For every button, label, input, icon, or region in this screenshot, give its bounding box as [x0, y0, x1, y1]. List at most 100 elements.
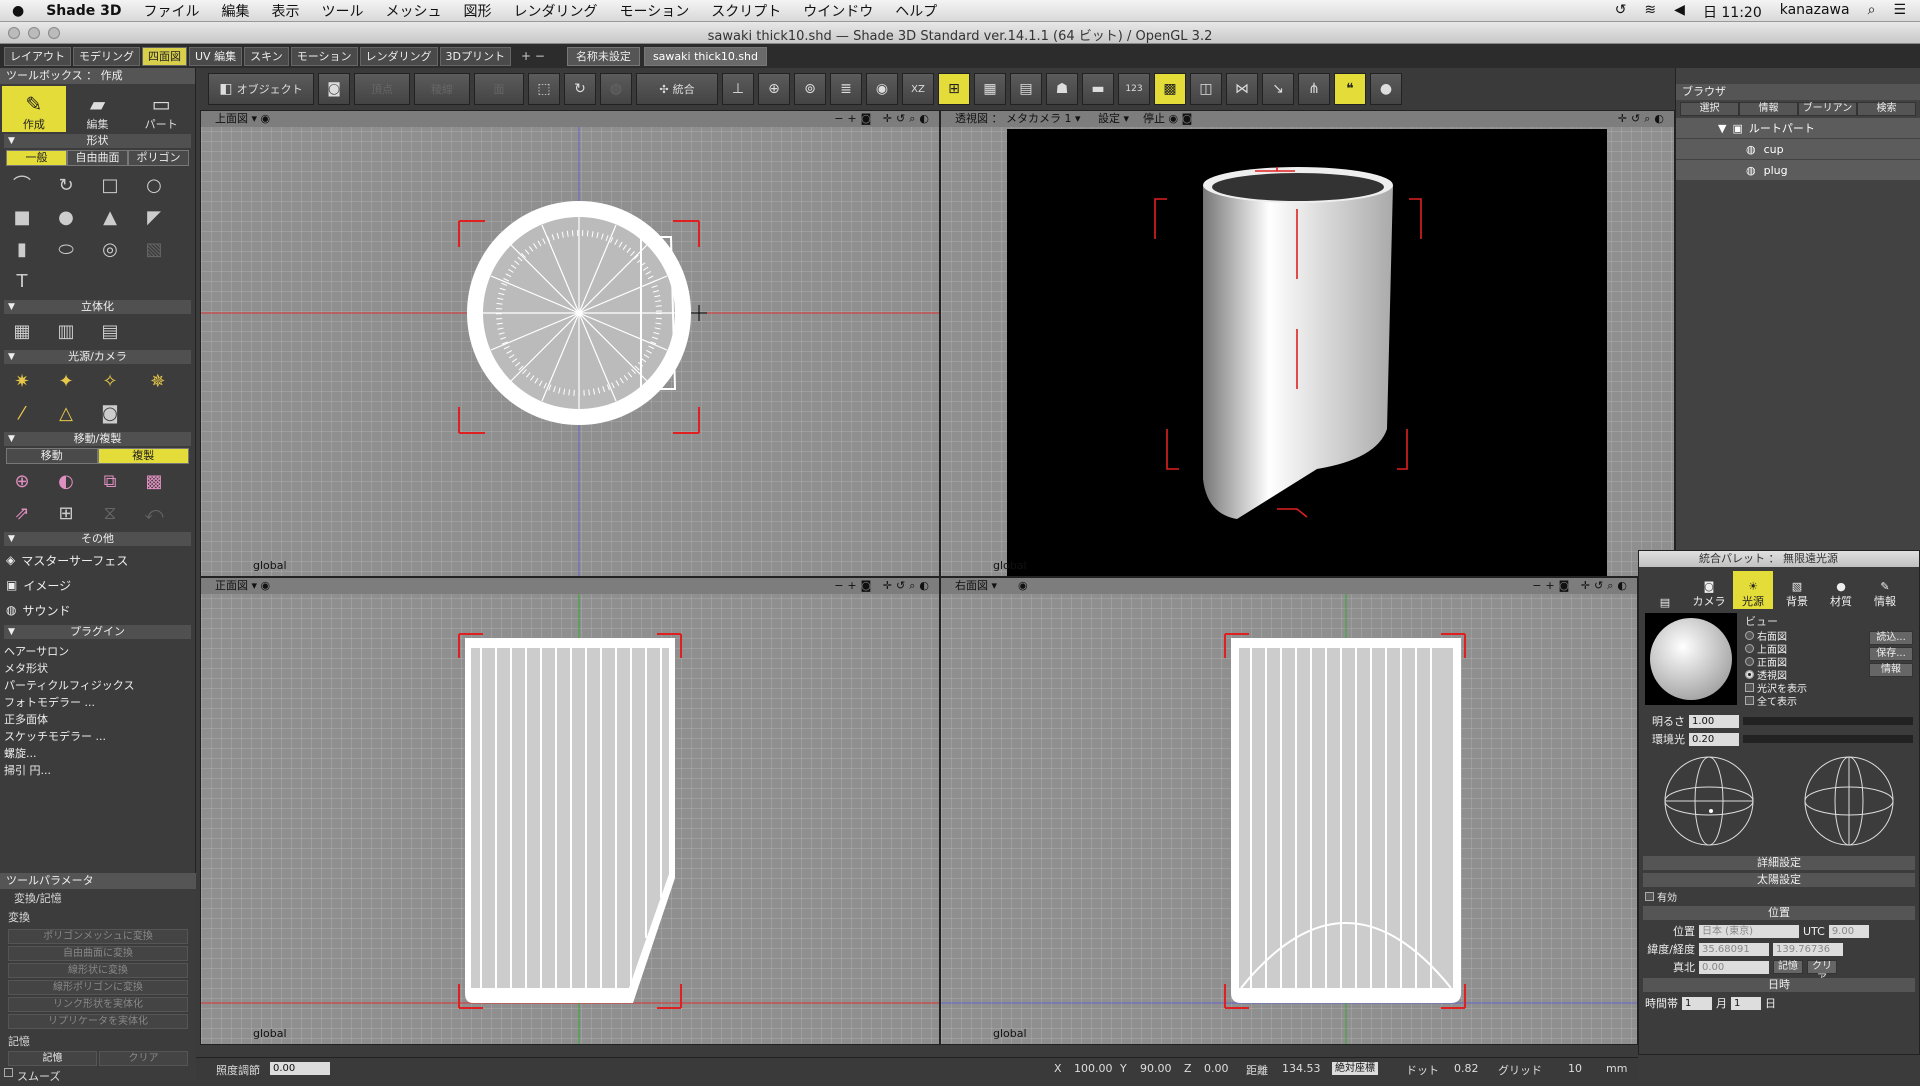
- menu-view[interactable]: 表示: [271, 1, 299, 21]
- latitude-input[interactable]: 35.68091: [1699, 942, 1769, 956]
- illum-input[interactable]: 0.00: [270, 1062, 330, 1075]
- expand-icon[interactable]: ▼: [1718, 122, 1726, 135]
- tab-uv[interactable]: UV 編集: [189, 46, 243, 66]
- brightness-input[interactable]: 1.00: [1689, 714, 1739, 728]
- north-input[interactable]: 0.00: [1699, 960, 1769, 974]
- palette-tab-material[interactable]: ● 材質: [1821, 571, 1861, 609]
- list-icon[interactable]: ☰: [1893, 2, 1906, 22]
- figure-icon[interactable]: ☗: [1046, 73, 1078, 105]
- to-polygon-mesh-button[interactable]: ポリゴンメッシュに変換: [8, 929, 188, 944]
- tab-polygon[interactable]: ポリゴン: [128, 150, 189, 166]
- to-line-button[interactable]: 線形状に変換: [8, 963, 188, 978]
- tree-root-part[interactable]: ▼ ▣ ルートパート: [1676, 118, 1920, 138]
- palette-tab-camera[interactable]: ◙ カメラ: [1689, 571, 1729, 609]
- plugin-polyhedron[interactable]: 正多面体: [0, 709, 195, 726]
- mirror-icon[interactable]: ⧖: [95, 500, 125, 528]
- tab-four-view[interactable]: 四面図: [142, 46, 187, 66]
- camera-tool-icon[interactable]: ◙: [95, 400, 125, 428]
- numeric-icon[interactable]: 123: [1118, 73, 1150, 105]
- open-line-icon[interactable]: ⌒: [7, 170, 37, 198]
- line-light-icon[interactable]: ✧: [95, 368, 125, 396]
- volume-icon[interactable]: ◀: [1674, 2, 1685, 22]
- menu-help[interactable]: ヘルプ: [895, 1, 937, 21]
- part-mode-button[interactable]: ▭ パート: [129, 86, 193, 132]
- plugin-spiral[interactable]: 螺旋...: [0, 743, 195, 760]
- plugin-hair-salon[interactable]: ヘアーサロン: [0, 641, 195, 658]
- light-preview[interactable]: [1645, 613, 1737, 705]
- speech-icon[interactable]: ❝: [1334, 73, 1366, 105]
- integrate-button[interactable]: ✣ 統合: [636, 73, 718, 105]
- to-linear-polygon-button[interactable]: 線形ポリゴンに変換: [8, 980, 188, 995]
- polygon-icon[interactable]: ▧: [139, 236, 169, 264]
- user-name[interactable]: kanazawa: [1780, 2, 1850, 22]
- face-mode-button[interactable]: 面: [474, 73, 524, 105]
- globe-icon[interactable]: ◉: [866, 73, 898, 105]
- wifi-icon[interactable]: ≋: [1644, 2, 1656, 22]
- palette-tab-light[interactable]: ☀ 光源: [1733, 571, 1773, 609]
- tree-plug[interactable]: ◍ plug: [1676, 160, 1920, 180]
- info-button[interactable]: 情報: [1869, 663, 1913, 677]
- table-icon[interactable]: ▤: [1010, 73, 1042, 105]
- plugin-meta-shape[interactable]: メタ形状: [0, 658, 195, 675]
- memo-button[interactable]: 記憶: [1773, 960, 1803, 974]
- palette-tab-background[interactable]: ▧ 背景: [1777, 571, 1817, 609]
- magnify-icon[interactable]: ⊕: [7, 468, 37, 496]
- tab-copy[interactable]: 複製: [97, 447, 189, 464]
- vertex-mode-button[interactable]: 頂点: [354, 73, 410, 105]
- axis-icon[interactable]: ⊥: [722, 73, 754, 105]
- browser-tab-info[interactable]: 情報: [1739, 102, 1798, 116]
- browser-tab-select[interactable]: 選択: [1680, 102, 1739, 116]
- file-tab-active[interactable]: sawaki thick10.shd: [643, 46, 768, 66]
- menu-tool[interactable]: ツール: [321, 1, 363, 21]
- clear-button[interactable]: クリア: [99, 1051, 188, 1066]
- clear-sun-button[interactable]: クリア: [1807, 960, 1837, 984]
- snapshot-button[interactable]: ◙: [318, 73, 350, 105]
- menu-window[interactable]: ウインドウ: [803, 1, 873, 21]
- tab-modeling[interactable]: モデリング: [73, 46, 140, 66]
- top-coord-label[interactable]: global: [253, 559, 287, 572]
- point-light-icon[interactable]: ✷: [7, 368, 37, 396]
- transform-icon[interactable]: ⤺: [139, 500, 169, 528]
- sound-item[interactable]: ◍ サウンド: [0, 598, 195, 623]
- light-direction-sphere-2[interactable]: [1803, 755, 1895, 847]
- sun-settings-section[interactable]: 太陽設定: [1643, 873, 1915, 887]
- capsule-icon[interactable]: ⬭: [51, 236, 81, 264]
- sweep-icon[interactable]: ▤: [95, 318, 125, 346]
- net-icon[interactable]: ⋔: [1298, 73, 1330, 105]
- viewport-right[interactable]: 右面図 ▾ ◉ −+◙ ✛↺⌕◐ global: [940, 577, 1638, 1045]
- plugin-sweep-circle[interactable]: 掃引 円...: [0, 760, 195, 777]
- enabled-checkbox[interactable]: 有効: [1645, 890, 1919, 904]
- longitude-input[interactable]: 139.76736: [1773, 942, 1843, 956]
- sphere-icon[interactable]: ●: [51, 204, 81, 232]
- palette-tab-menu[interactable]: ▤: [1645, 571, 1685, 609]
- menu-shape[interactable]: 図形: [463, 1, 491, 21]
- menu-file[interactable]: ファイル: [143, 1, 199, 21]
- image-item[interactable]: ▣ イメージ: [0, 573, 195, 598]
- edit-mode-button[interactable]: ▰ 編集: [66, 86, 130, 132]
- menu-edit[interactable]: 編集: [221, 1, 249, 21]
- section-other[interactable]: ▼ その他: [4, 531, 191, 546]
- day-input[interactable]: 1: [1731, 996, 1761, 1010]
- master-surface-item[interactable]: ◈ マスターサーフェス: [0, 548, 195, 573]
- rotate-icon[interactable]: ◐: [51, 468, 81, 496]
- realize-link-button[interactable]: リンク形状を実体化: [8, 997, 188, 1012]
- tab-skin[interactable]: スキン: [244, 46, 289, 66]
- ambient-slider[interactable]: [1743, 735, 1913, 743]
- light-direction-sphere-1[interactable]: [1663, 755, 1755, 847]
- browser-tab-boolean[interactable]: ブーリアン: [1798, 102, 1857, 116]
- persp-stop[interactable]: 停止: [1143, 112, 1165, 125]
- spotlight-tool-icon[interactable]: ✦: [51, 368, 81, 396]
- absolute-coord-select[interactable]: 絶対座標: [1332, 1062, 1378, 1075]
- snap-grid-icon[interactable]: ▩: [1154, 73, 1186, 105]
- time-machine-icon[interactable]: ↺: [1615, 2, 1627, 22]
- rectangle-icon[interactable]: □: [95, 172, 125, 200]
- front-coord-label[interactable]: global: [253, 1027, 287, 1040]
- wire-icon[interactable]: ⋈: [1226, 73, 1258, 105]
- mesh-icon[interactable]: ◫: [1190, 73, 1222, 105]
- viewport-perspective[interactable]: 透視図 ： メタカメラ 1 ▾ 設定 ▾ 停止 ◉ ◙ ✛↺⌕◐ global: [940, 110, 1675, 577]
- target-icon[interactable]: ⊚: [794, 73, 826, 105]
- tab-layout[interactable]: レイアウト: [4, 46, 71, 66]
- ambient-input[interactable]: 0.20: [1689, 732, 1739, 746]
- crosshair-icon[interactable]: ⊕: [758, 73, 790, 105]
- edge-mode-button[interactable]: 稜線: [414, 73, 470, 105]
